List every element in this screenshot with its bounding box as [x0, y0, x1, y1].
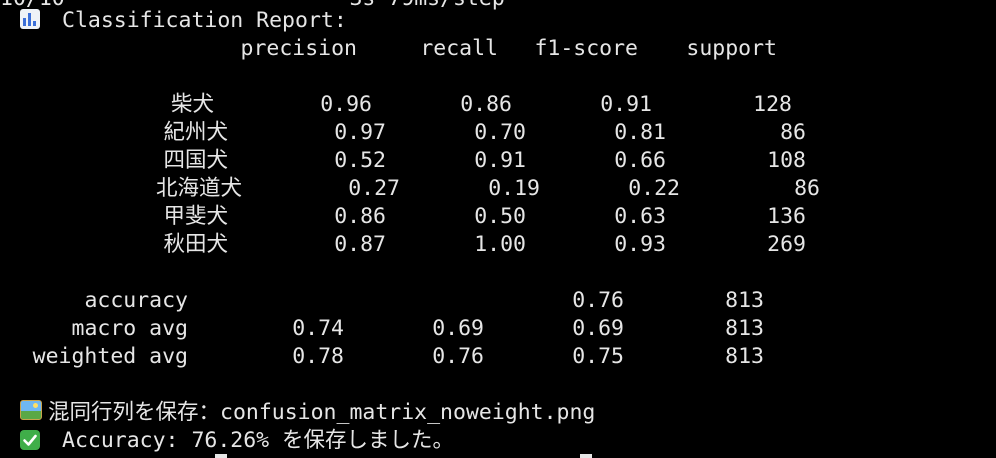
row-label: 甲斐犬: [163, 204, 228, 229]
recall-value: 0.86: [460, 92, 512, 117]
precision-value: 0.74: [292, 316, 344, 341]
f1-value: 0.93: [614, 232, 666, 257]
row-label: 紀州犬: [163, 120, 228, 145]
row-label: 柴犬: [170, 92, 214, 117]
text-cursor: [580, 454, 592, 458]
support-value: 813: [725, 288, 764, 313]
precision-value: 0.86: [334, 204, 386, 229]
recall-value: 0.70: [474, 120, 526, 145]
framed-picture-icon: [20, 400, 42, 420]
column-header-support: support: [686, 36, 777, 61]
f1-value: 0.66: [614, 148, 666, 173]
accuracy-saved-message: Accuracy: 76.26% を保存しました。: [62, 428, 455, 453]
precision-value: 0.87: [334, 232, 386, 257]
support-value: 108: [767, 148, 806, 173]
row-label: 秋田犬: [163, 232, 228, 257]
confusion-matrix-saved-message: 混同行列を保存：confusion_matrix_noweight.png: [48, 400, 596, 425]
bar-chart-icon: [20, 9, 40, 29]
recall-value: 0.69: [432, 316, 484, 341]
support-value: 813: [725, 344, 764, 369]
support-value: 128: [753, 92, 792, 117]
support-value: 86: [780, 120, 806, 145]
column-header-f1-score: f1-score: [534, 36, 638, 61]
check-mark-icon: [20, 430, 40, 450]
column-header-recall: recall: [420, 36, 498, 61]
column-header-precision: precision: [240, 36, 358, 61]
precision-value: 0.27: [348, 176, 400, 201]
row-label: 四国犬: [163, 148, 228, 173]
f1-value: 0.81: [614, 120, 666, 145]
support-value: 136: [767, 204, 806, 229]
precision-value: 0.97: [334, 120, 386, 145]
row-label: macro avg: [71, 316, 189, 341]
report-title: Classification Report:: [62, 8, 347, 33]
f1-value: 0.75: [572, 344, 624, 369]
f1-value: 0.63: [614, 204, 666, 229]
row-label: 北海道犬: [155, 176, 242, 201]
support-value: 86: [794, 176, 820, 201]
recall-value: 0.19: [488, 176, 540, 201]
support-value: 813: [725, 316, 764, 341]
f1-value: 0.76: [572, 288, 624, 313]
terminal-output[interactable]: 10/10 ━━━━━━━━━━━━━━━━━━━━ 3s 79ms/step …: [0, 0, 996, 458]
f1-value: 0.91: [600, 92, 652, 117]
precision-value: 0.96: [320, 92, 372, 117]
row-label: weighted avg: [32, 344, 188, 369]
row-label: accuracy: [84, 288, 188, 313]
recall-value: 1.00: [474, 232, 526, 257]
recall-value: 0.50: [474, 204, 526, 229]
recall-value: 0.76: [432, 344, 484, 369]
precision-value: 0.52: [334, 148, 386, 173]
support-value: 269: [767, 232, 806, 257]
f1-value: 0.22: [628, 176, 680, 201]
recall-value: 0.91: [474, 148, 526, 173]
f1-value: 0.69: [572, 316, 624, 341]
text-cursor: [215, 454, 227, 458]
precision-value: 0.78: [292, 344, 344, 369]
